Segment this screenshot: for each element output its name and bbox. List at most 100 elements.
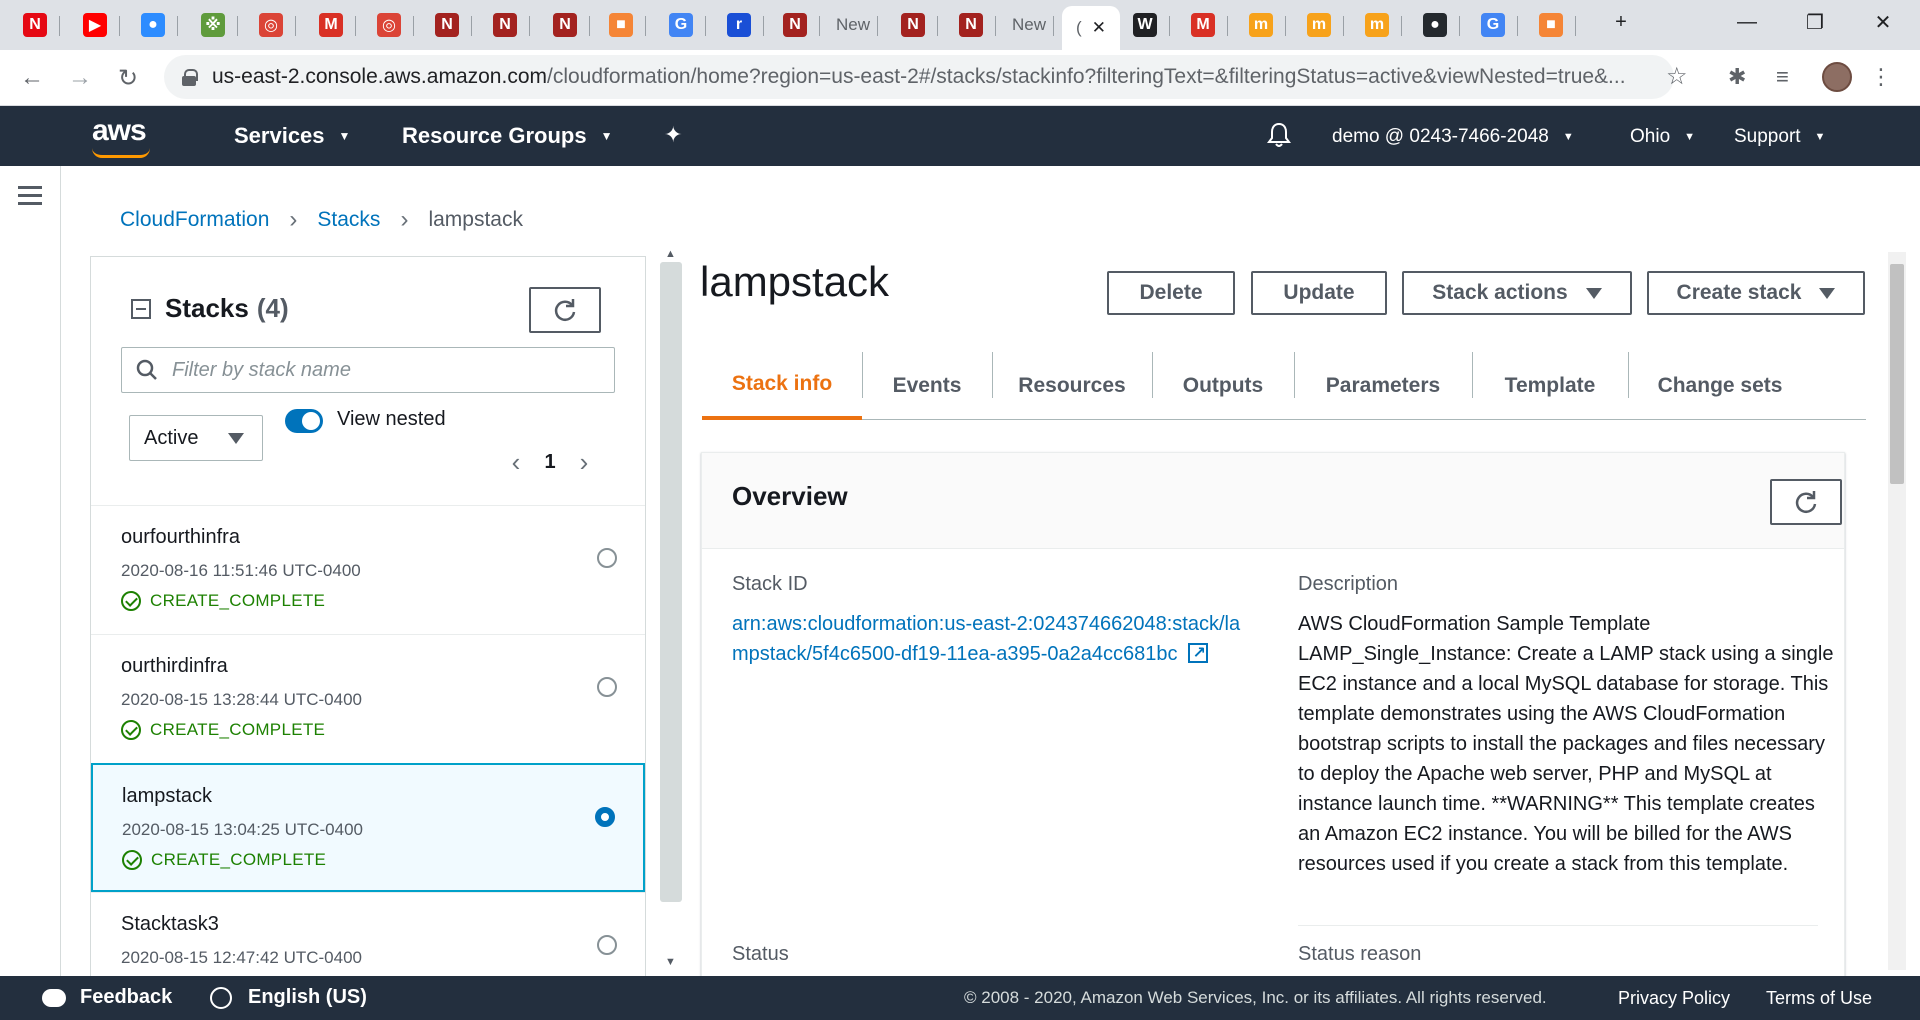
services-menu[interactable]: Services ▼ — [234, 123, 350, 149]
browser-tab[interactable]: (✕ — [1062, 6, 1120, 50]
stack-list-item[interactable]: ourfourthinfra 2020-08-16 11:51:46 UTC-04… — [91, 505, 645, 634]
stack-actions-button[interactable]: Stack actions — [1402, 271, 1632, 315]
bell-icon[interactable] — [1264, 120, 1294, 150]
browser-tab[interactable]: ● — [128, 6, 178, 44]
close-window-button[interactable]: ✕ — [1854, 0, 1912, 44]
stack-name[interactable]: Stacktask3 — [121, 913, 645, 936]
more-menu-icon[interactable]: ⋮ — [1870, 64, 1892, 90]
back-icon[interactable]: ← — [14, 60, 50, 96]
browser-tab[interactable]: ※ — [188, 6, 238, 44]
stack-list-item[interactable]: ourthirdinfra 2020-08-15 13:28:44 UTC-040… — [91, 634, 645, 763]
bookmark-star-icon[interactable]: ☆ — [1666, 62, 1688, 91]
new-tab-button[interactable]: + — [1592, 0, 1650, 44]
stack-name[interactable]: lampstack — [122, 785, 643, 808]
create-stack-button[interactable]: Create stack — [1647, 271, 1865, 315]
pin-icon[interactable]: ✦ — [664, 122, 682, 148]
browser-tab[interactable]: New — [828, 6, 878, 44]
browser-tab[interactable]: ● — [1410, 6, 1460, 44]
delete-button[interactable]: Delete — [1107, 271, 1235, 315]
forward-icon[interactable]: → — [62, 60, 98, 96]
restore-button[interactable]: ❐ — [1786, 0, 1844, 44]
language-selector[interactable]: English (US) — [210, 986, 367, 1009]
external-link-icon[interactable] — [1187, 639, 1208, 669]
chevron-down-icon: ▼ — [1562, 131, 1574, 143]
stack-select-radio[interactable] — [597, 548, 617, 568]
terms-of-use-link[interactable]: Terms of Use — [1766, 988, 1872, 1009]
browser-tab[interactable]: ◎ — [246, 6, 296, 44]
breadcrumb-cloudformation[interactable]: CloudFormation — [120, 208, 269, 232]
browser-tab[interactable]: W — [1120, 6, 1170, 44]
browser-tab[interactable]: N — [422, 6, 472, 44]
tab-stack-info[interactable]: Stack info — [702, 352, 862, 420]
feedback-link[interactable]: Feedback — [42, 986, 172, 1009]
tab-resources[interactable]: Resources — [992, 352, 1152, 420]
resource-groups-menu[interactable]: Resource Groups ▼ — [402, 123, 613, 149]
tab-outputs[interactable]: Outputs — [1152, 352, 1294, 420]
stack-filter-input[interactable] — [172, 358, 592, 382]
page-scrollbar-thumb[interactable] — [1890, 264, 1904, 484]
browser-tab[interactable]: G — [1468, 6, 1518, 44]
stack-select-radio[interactable] — [597, 677, 617, 697]
support-menu[interactable]: Support ▼ — [1734, 126, 1825, 148]
close-tab-icon[interactable]: ✕ — [1092, 18, 1106, 38]
aws-logo[interactable]: aws — [92, 114, 147, 148]
tab-change-sets[interactable]: Change sets — [1628, 352, 1812, 420]
browser-tab[interactable]: r — [714, 6, 764, 44]
address-bar[interactable]: us-east-2.console.aws.amazon.com/cloudfo… — [164, 55, 1674, 99]
next-page-icon[interactable]: › — [569, 447, 599, 478]
profile-avatar[interactable] — [1822, 62, 1852, 92]
update-button[interactable]: Update — [1251, 271, 1387, 315]
media-control-icon[interactable]: ≡ — [1776, 64, 1789, 90]
browser-tab[interactable]: ▶ — [70, 6, 120, 44]
browser-tab[interactable]: ■ — [1526, 6, 1576, 44]
prev-page-icon[interactable]: ‹ — [501, 447, 531, 478]
browser-tab[interactable]: N — [946, 6, 996, 44]
status-filter-select[interactable]: Active — [129, 415, 263, 461]
minimize-button[interactable]: — — [1718, 0, 1776, 44]
stacks-title: Stacks — [165, 293, 249, 323]
stacks-refresh-button[interactable] — [529, 287, 601, 333]
stack-filter-field[interactable] — [121, 347, 615, 393]
browser-tab[interactable]: m — [1352, 6, 1402, 44]
browser-tab[interactable]: N — [770, 6, 820, 44]
stack-id-link[interactable]: arn:aws:cloudformation:us-east-2:0243746… — [732, 609, 1252, 669]
reload-icon[interactable]: ↻ — [110, 60, 146, 96]
tab-parameters[interactable]: Parameters — [1294, 352, 1472, 420]
collapse-icon[interactable] — [131, 298, 151, 319]
stack-name[interactable]: ourfourthinfra — [121, 526, 645, 549]
overview-refresh-button[interactable] — [1770, 479, 1842, 525]
browser-tab[interactable]: M — [306, 6, 356, 44]
stack-select-radio[interactable] — [595, 807, 615, 827]
region-menu[interactable]: Ohio ▼ — [1630, 126, 1695, 148]
menu-icon[interactable] — [18, 186, 42, 210]
browser-tab[interactable]: M — [1178, 6, 1228, 44]
scroll-down-icon[interactable]: ▼ — [665, 956, 676, 968]
browser-tab[interactable]: ◎ — [364, 6, 414, 44]
breadcrumb-stacks[interactable]: Stacks — [317, 208, 380, 232]
extensions-icon[interactable]: ✱ — [1728, 64, 1746, 90]
privacy-policy-link[interactable]: Privacy Policy — [1618, 988, 1730, 1009]
panel-resize-scrollbar[interactable] — [660, 262, 682, 902]
stack-list-item[interactable]: lampstack 2020-08-15 13:04:25 UTC-0400 CRE… — [91, 763, 645, 892]
tab-events[interactable]: Events — [862, 352, 992, 420]
tab-template[interactable]: Template — [1472, 352, 1628, 420]
browser-tab[interactable]: m — [1294, 6, 1344, 44]
browser-tab[interactable]: N — [888, 6, 938, 44]
resource-groups-label: Resource Groups — [402, 123, 587, 148]
scroll-up-icon[interactable]: ▲ — [665, 248, 676, 260]
browser-tab[interactable]: N — [10, 6, 60, 44]
breadcrumb: CloudFormation › Stacks › lampstack — [120, 206, 523, 234]
page-number[interactable]: 1 — [531, 451, 569, 474]
stack-name[interactable]: ourthirdinfra — [121, 655, 645, 678]
stack-select-radio[interactable] — [597, 935, 617, 955]
browser-tab[interactable]: m — [1236, 6, 1286, 44]
stack-list-item[interactable]: Stacktask3 2020-08-15 12:47:42 UTC-0400 — [91, 892, 645, 976]
browser-tab[interactable]: ■ — [596, 6, 646, 44]
account-menu[interactable]: demo @ 0243-7466-2048 ▼ — [1332, 126, 1574, 148]
stack-status: CREATE_COMPLETE — [121, 591, 645, 611]
browser-tab[interactable]: N — [480, 6, 530, 44]
view-nested-toggle[interactable] — [285, 409, 323, 433]
browser-tab[interactable]: N — [540, 6, 590, 44]
browser-tab[interactable]: G — [656, 6, 706, 44]
browser-tab[interactable]: New — [1004, 6, 1054, 44]
